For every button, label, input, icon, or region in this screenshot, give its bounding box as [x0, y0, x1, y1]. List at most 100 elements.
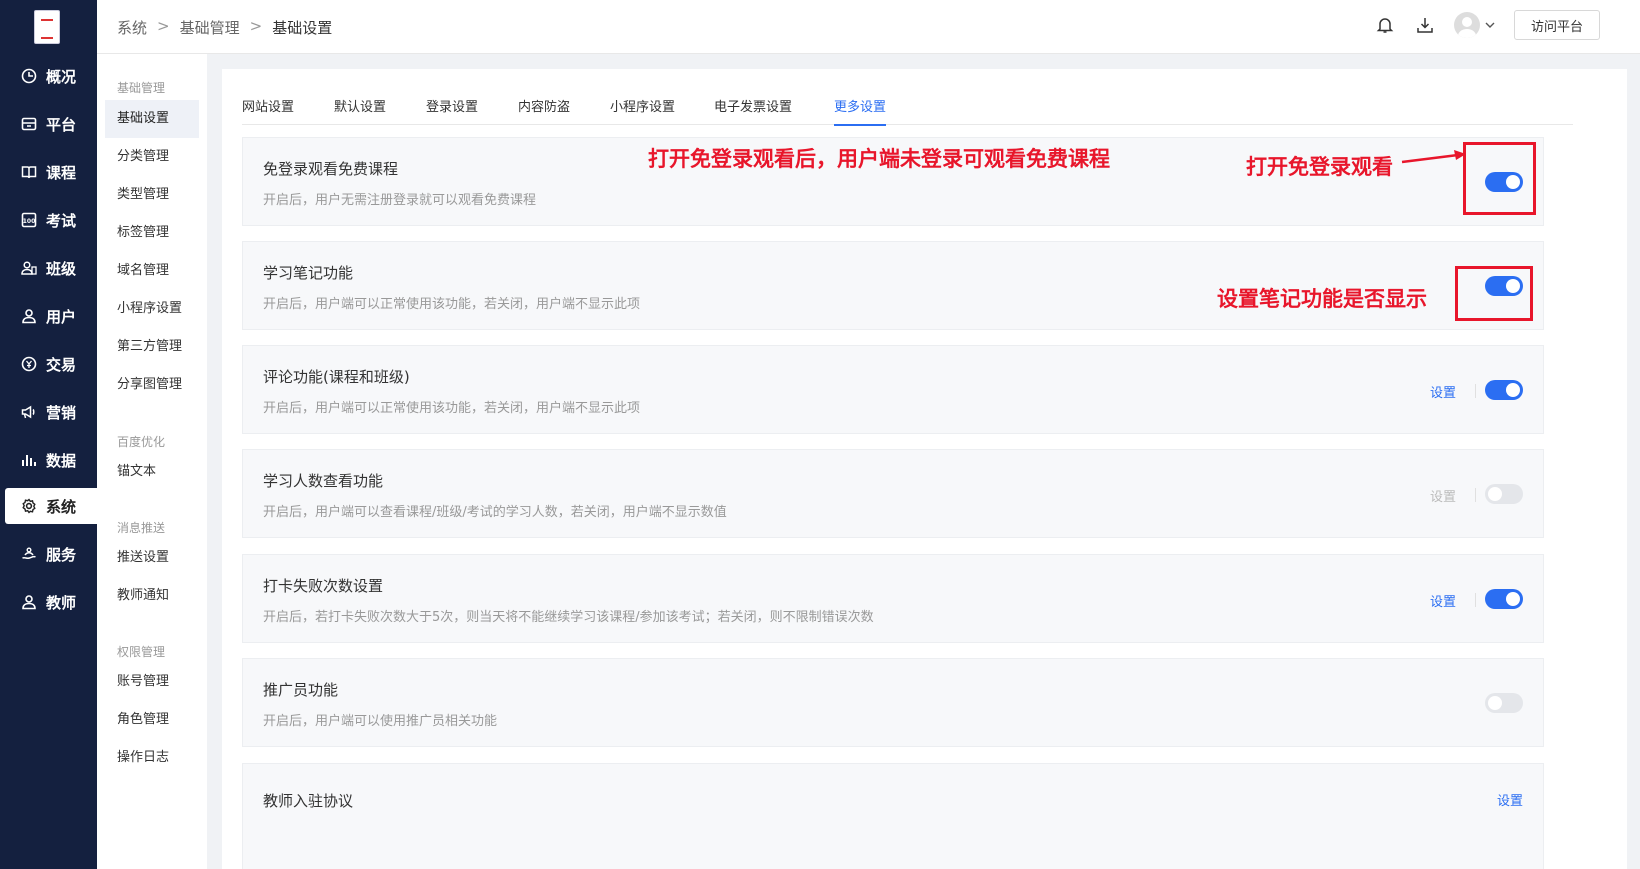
setting-description: 开启后，若打卡失败次数大于5次，则当天将不能继续学习该课程/参加该考试；若关闭，…	[263, 610, 874, 625]
settings-tabs: 网站设置 默认设置 登录设置 内容防盗 小程序设置 电子发票设置 更多设置	[242, 91, 1573, 126]
exam-icon: 100	[20, 211, 38, 229]
nav-item-class[interactable]: 班级	[0, 250, 97, 286]
header-actions: 访问平台	[1356, 10, 1600, 40]
setting-row-promoter: 推广员功能 开启后，用户端可以使用推广员相关功能	[242, 658, 1544, 747]
divider	[1475, 488, 1476, 502]
user-icon	[20, 307, 38, 325]
settings-link[interactable]: 设置	[1430, 382, 1456, 401]
top-header: 系统 > 基础管理 > 基础设置 访问平台	[97, 0, 1640, 54]
nav-label: 教师	[46, 593, 77, 612]
setting-description: 开启后，用户端可以查看课程/班级/考试的学习人数，若关闭，用户端不显示数值	[263, 505, 727, 520]
submenu-group-label: 权限管理	[117, 645, 166, 659]
submenu-item-domain[interactable]: 域名管理	[105, 252, 199, 290]
nav-label: 平台	[46, 115, 77, 134]
app-logo[interactable]	[34, 10, 60, 44]
nav-item-data[interactable]: 数据	[0, 442, 97, 478]
visit-platform-button[interactable]: 访问平台	[1514, 10, 1600, 40]
tab-website-settings[interactable]: 网站设置	[242, 96, 294, 124]
submenu-item-basic-settings[interactable]: 基础设置	[105, 100, 199, 138]
submenu-item-accounts[interactable]: 账号管理	[105, 663, 199, 701]
nav-item-exam[interactable]: 100 考试	[0, 202, 97, 238]
nav-item-service[interactable]: 服务	[0, 536, 97, 572]
toggle-switch-learner-count[interactable]	[1485, 484, 1523, 504]
setting-title: 打卡失败次数设置	[263, 577, 384, 595]
nav-item-teacher[interactable]: 教师	[0, 584, 97, 620]
submenu-item-operation-log[interactable]: 操作日志	[105, 739, 199, 777]
toggle-switch-checkin-failures[interactable]	[1485, 589, 1523, 609]
annotation-highlight-box	[1463, 142, 1536, 215]
nav-item-overview[interactable]: 概况	[0, 58, 97, 94]
nav-item-system[interactable]: 系统	[5, 488, 97, 524]
settings-link[interactable]: 设置	[1497, 790, 1523, 809]
tab-default-settings[interactable]: 默认设置	[334, 96, 386, 124]
toggle-switch-promoter[interactable]	[1485, 693, 1523, 713]
submenu-item-miniprogram[interactable]: 小程序设置	[105, 290, 199, 328]
divider	[1475, 384, 1476, 398]
download-icon[interactable]	[1414, 14, 1436, 36]
nav-label: 交易	[46, 355, 77, 374]
breadcrumb-item[interactable]: 基础管理	[180, 17, 240, 38]
tab-content-protection[interactable]: 内容防盗	[518, 96, 570, 124]
secondary-menu: 基础管理 基础设置 分类管理 类型管理 标签管理 域名管理 小程序设置 第三方管…	[97, 0, 207, 869]
annotation-highlight-box	[1455, 266, 1533, 321]
setting-title: 学习笔记功能	[263, 264, 354, 282]
submenu-item-push-settings[interactable]: 推送设置	[105, 539, 199, 577]
platform-icon	[20, 115, 38, 133]
nav-item-course[interactable]: 课程	[0, 154, 97, 190]
bell-icon[interactable]	[1374, 14, 1396, 36]
avatar[interactable]	[1454, 12, 1480, 38]
annotation-guest-viewing: 打开免登录观看后，用户端未登录可观看免费课程	[648, 146, 1110, 171]
submenu-item-type[interactable]: 类型管理	[105, 176, 199, 214]
nav-label: 用户	[46, 307, 77, 326]
nav-label: 课程	[46, 163, 77, 182]
submenu-group-label: 消息推送	[117, 521, 166, 535]
nav-label: 系统	[46, 497, 77, 516]
annotation-notes-display: 设置笔记功能是否显示	[1217, 286, 1427, 311]
divider	[1475, 593, 1476, 607]
breadcrumb: 系统 > 基础管理 > 基础设置	[117, 17, 332, 38]
chart-icon	[20, 451, 38, 469]
setting-row-teacher-agreement: 教师入驻协议 设置	[242, 763, 1544, 869]
class-icon	[20, 259, 38, 277]
chevron-right-icon: >	[157, 17, 170, 35]
setting-title: 免登录观看免费课程	[263, 160, 399, 178]
submenu-group-label: 基础管理	[117, 81, 166, 95]
tab-invoice-settings[interactable]: 电子发票设置	[714, 96, 792, 124]
annotation-arrow-icon	[1401, 150, 1466, 164]
setting-description: 开启后，用户端可以使用推广员相关功能	[263, 714, 498, 729]
breadcrumb-current: 基础设置	[272, 19, 333, 37]
setting-title: 推广员功能	[263, 681, 339, 699]
submenu-item-category[interactable]: 分类管理	[105, 138, 199, 176]
nav-label: 概况	[46, 67, 77, 86]
settings-link[interactable]: 设置	[1430, 486, 1456, 505]
submenu-item-third-party[interactable]: 第三方管理	[105, 328, 199, 366]
chevron-down-icon[interactable]	[1484, 14, 1496, 36]
nav-label: 考试	[46, 211, 77, 230]
book-icon	[20, 163, 38, 181]
main-sidebar: 概况 平台 课程 100 考试 班级 用户 交易 营销 数据 系统 服务 教师	[0, 0, 97, 869]
tab-login-settings[interactable]: 登录设置	[426, 96, 478, 124]
toggle-switch-comments[interactable]	[1485, 380, 1523, 400]
setting-row-comments: 评论功能(课程和班级) 开启后，用户端可以正常使用该功能，若关闭，用户端不显示此…	[242, 345, 1544, 434]
breadcrumb-item[interactable]: 系统	[117, 17, 147, 38]
nav-item-transaction[interactable]: 交易	[0, 346, 97, 382]
submenu-item-anchor-text[interactable]: 锚文本	[105, 453, 199, 491]
setting-title: 评论功能(课程和班级)	[263, 368, 410, 386]
settings-link[interactable]: 设置	[1430, 591, 1456, 610]
submenu-item-teacher-notice[interactable]: 教师通知	[105, 577, 199, 615]
nav-item-user[interactable]: 用户	[0, 298, 97, 334]
chevron-right-icon: >	[249, 17, 263, 35]
tab-miniprogram-settings[interactable]: 小程序设置	[610, 96, 675, 124]
submenu-item-share-image[interactable]: 分享图管理	[105, 366, 199, 404]
svg-text:100: 100	[23, 218, 36, 225]
setting-description: 开启后，用户无需注册登录就可以观看免费课程	[263, 193, 537, 208]
dashboard-icon	[20, 67, 38, 85]
submenu-item-tag[interactable]: 标签管理	[105, 214, 199, 252]
transaction-icon	[20, 355, 38, 373]
submenu-item-roles[interactable]: 角色管理	[105, 701, 199, 739]
nav-item-platform[interactable]: 平台	[0, 106, 97, 142]
tab-more-settings[interactable]: 更多设置	[834, 96, 887, 126]
nav-item-marketing[interactable]: 营销	[0, 394, 97, 430]
setting-row-learner-count: 学习人数查看功能 开启后，用户端可以查看课程/班级/考试的学习人数，若关闭，用户…	[242, 449, 1544, 538]
setting-title: 教师入驻协议	[263, 792, 354, 810]
